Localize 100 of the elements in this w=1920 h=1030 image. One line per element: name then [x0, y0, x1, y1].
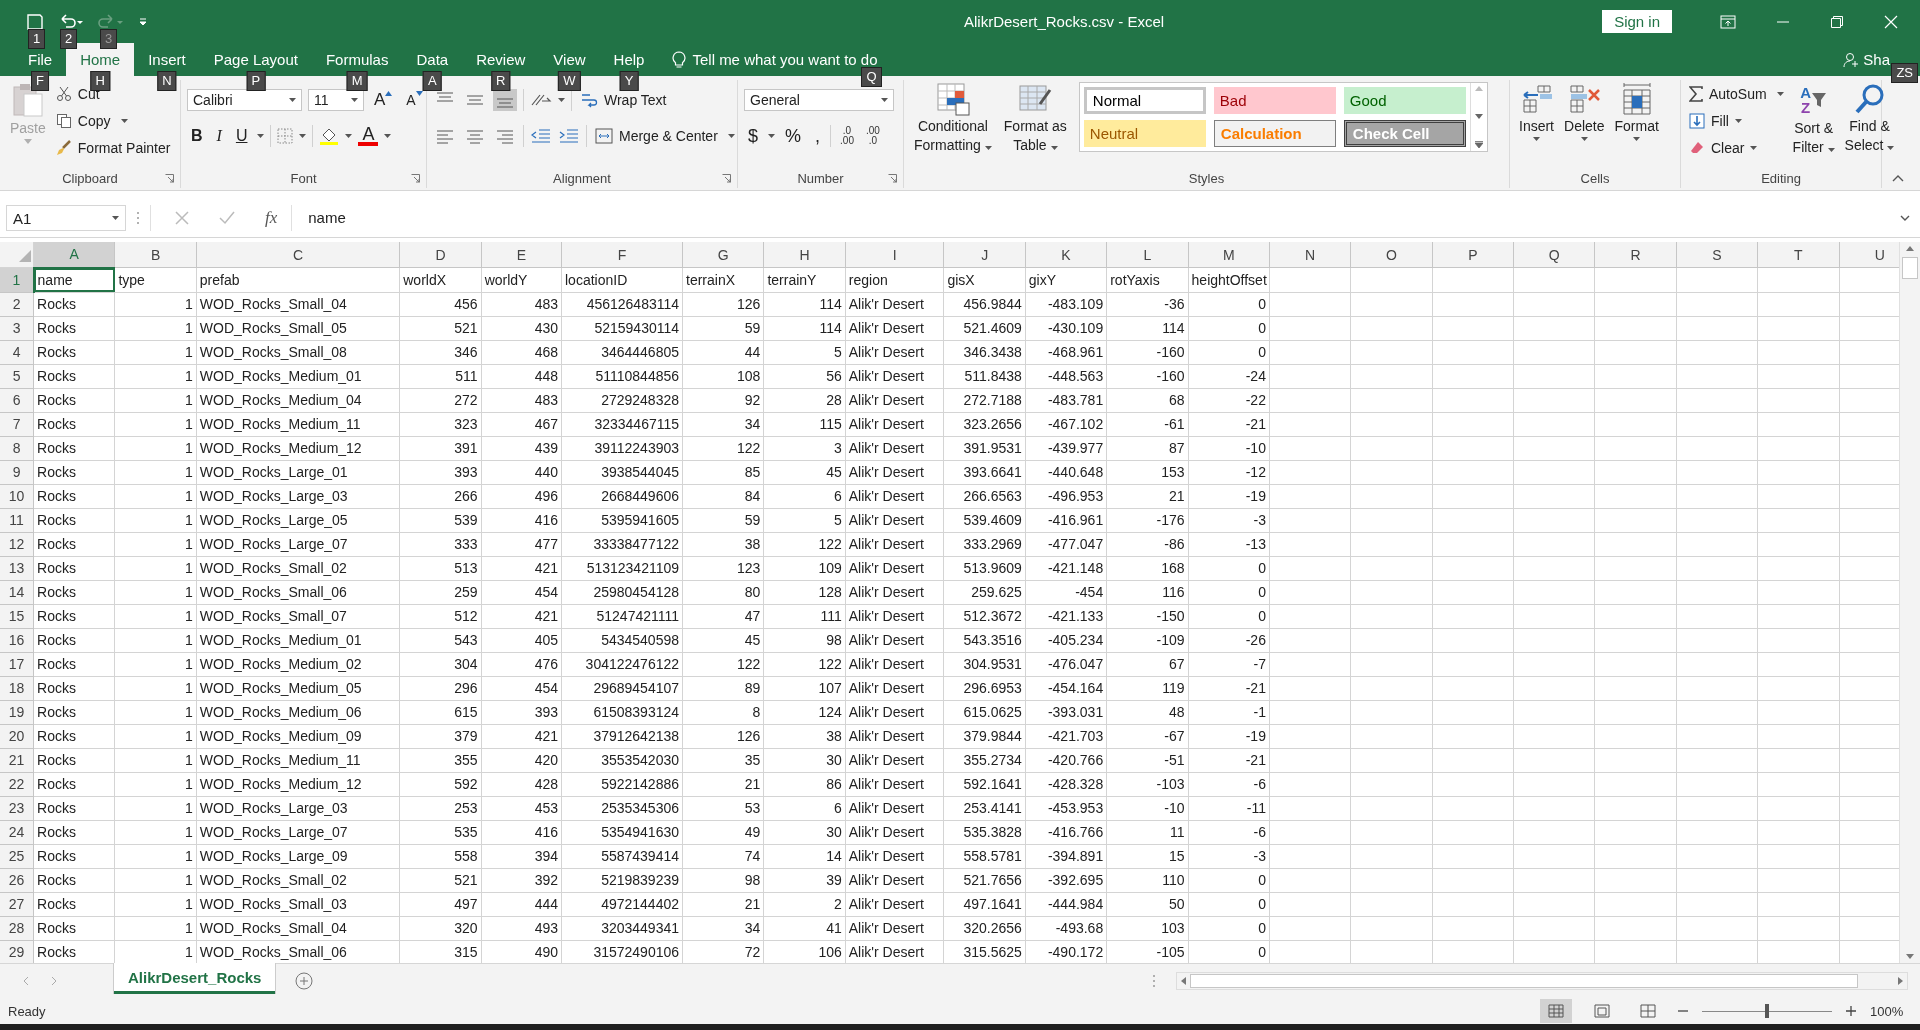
caret-icon[interactable] [299, 134, 307, 138]
row-header[interactable]: 23 [0, 796, 34, 820]
row-header[interactable]: 8 [0, 436, 34, 460]
decrease-indent-icon[interactable] [530, 127, 552, 145]
sort-filter-button[interactable]: A Z Sort & Filter [1789, 80, 1838, 158]
clear-button[interactable]: Clear [1687, 136, 1786, 160]
font-size-dropdown[interactable]: 11 [308, 89, 364, 111]
insert-function-button[interactable]: fx [265, 208, 278, 228]
row-header[interactable]: 10 [0, 484, 34, 508]
increase-indent-icon[interactable] [558, 127, 580, 145]
find-select-button[interactable]: Find & Select [1841, 80, 1898, 156]
merge-center-button[interactable]: Merge & Center [593, 124, 737, 148]
column-header[interactable]: D [399, 242, 482, 268]
column-header[interactable]: U [1839, 242, 1899, 268]
check-icon[interactable] [219, 211, 235, 225]
caret-icon[interactable] [768, 134, 775, 138]
currency-button[interactable]: $ [744, 124, 762, 148]
format-cells-button[interactable]: Format [1611, 80, 1662, 143]
column-header[interactable]: L [1106, 242, 1189, 268]
row-header[interactable]: 25 [0, 844, 34, 868]
zoom-slider-thumb[interactable] [1765, 1003, 1769, 1018]
caret-icon[interactable] [384, 134, 392, 138]
save-icon[interactable] [26, 12, 44, 31]
caret-icon[interactable] [558, 98, 565, 102]
next-sheet-icon[interactable] [50, 976, 58, 986]
formula-input-field[interactable]: name [302, 205, 1890, 231]
row-header[interactable]: 24 [0, 820, 34, 844]
comma-button[interactable]: , [811, 124, 825, 148]
column-header[interactable]: R [1594, 242, 1677, 268]
row-header[interactable]: 20 [0, 724, 34, 748]
column-header[interactable]: C [196, 242, 400, 268]
row-header[interactable]: 19 [0, 700, 34, 724]
row-header[interactable]: 11 [0, 508, 34, 532]
sign-in-button[interactable]: Sign in [1602, 10, 1672, 33]
conditional-formatting-button[interactable]: Conditional Formatting [910, 80, 996, 156]
shrink-font-button[interactable]: A [402, 88, 427, 112]
scroll-down-icon[interactable] [1474, 113, 1483, 119]
column-header[interactable]: O [1350, 242, 1433, 268]
autosum-button[interactable]: AutoSum [1687, 82, 1786, 106]
bold-button[interactable]: B [187, 124, 207, 148]
row-header[interactable]: 27 [0, 892, 34, 916]
column-header[interactable]: S [1676, 242, 1758, 268]
scroll-up-icon[interactable] [1906, 246, 1914, 251]
delete-cells-button[interactable]: Delete [1561, 80, 1608, 143]
row-header[interactable]: 28 [0, 916, 34, 940]
zoom-in-icon[interactable] [1846, 1006, 1856, 1016]
column-header[interactable]: B [114, 242, 197, 268]
dialog-launcher-icon[interactable] [165, 173, 174, 183]
row-header[interactable]: 12 [0, 532, 34, 556]
name-box[interactable]: A1 [6, 205, 126, 231]
redo-icon[interactable] [98, 12, 124, 31]
vertical-scrollbar[interactable] [1899, 242, 1920, 963]
font-color-button[interactable]: A [358, 126, 379, 146]
dialog-launcher-icon[interactable] [888, 173, 897, 183]
row-header[interactable]: 22 [0, 772, 34, 796]
row-header[interactable]: 4 [0, 340, 34, 364]
undo-icon[interactable] [58, 12, 84, 31]
ribbon-display-icon[interactable] [1720, 14, 1736, 29]
underline-button[interactable]: U [231, 124, 252, 148]
cell-style-option[interactable]: Good [1343, 87, 1466, 114]
column-header[interactable]: A [33, 242, 115, 268]
font-name-dropdown[interactable]: Calibri [187, 89, 302, 111]
row-header[interactable]: 7 [0, 412, 34, 436]
format-painter-button[interactable]: Format Painter [53, 136, 173, 160]
caret-icon[interactable] [257, 134, 265, 138]
row-header[interactable]: 26 [0, 868, 34, 892]
row-header[interactable]: 14 [0, 580, 34, 604]
row-header[interactable]: 13 [0, 556, 34, 580]
drag-handle-icon[interactable] [136, 211, 140, 225]
column-header[interactable]: Q [1513, 242, 1595, 268]
column-header[interactable]: M [1188, 242, 1270, 268]
scroll-down-icon[interactable] [1906, 954, 1914, 959]
dialog-launcher-icon[interactable] [722, 173, 731, 183]
number-format-dropdown[interactable]: General [744, 89, 894, 111]
row-header[interactable]: 2 [0, 292, 34, 316]
column-header[interactable]: G [682, 242, 764, 268]
customize-caret-icon[interactable] [138, 16, 148, 27]
row-header[interactable]: 6 [0, 388, 34, 412]
decrease-decimal-button[interactable]: .00 .0 [862, 126, 883, 146]
percent-button[interactable]: % [781, 124, 806, 148]
column-header[interactable]: H [763, 242, 846, 268]
sheet-tab[interactable]: AlikrDesert_Rocks [114, 962, 276, 994]
copy-button[interactable]: Copy [53, 109, 173, 133]
column-header[interactable]: F [561, 242, 683, 268]
row-header[interactable]: 18 [0, 676, 34, 700]
caret-icon[interactable] [345, 134, 353, 138]
column-header[interactable]: K [1025, 242, 1107, 268]
scrollbar-thumb[interactable] [1902, 257, 1918, 279]
close-icon[interactable] [1884, 14, 1898, 29]
row-header[interactable]: 1 [0, 267, 34, 292]
fill-button[interactable]: Fill [1687, 109, 1786, 133]
row-header[interactable]: 5 [0, 364, 34, 388]
more-styles-icon[interactable] [1474, 141, 1483, 148]
column-header[interactable]: I [845, 242, 944, 268]
cell-style-option[interactable]: Normal [1083, 87, 1206, 114]
normal-view-button[interactable] [1540, 999, 1572, 1023]
wrap-text-button[interactable]: Wrap Text [578, 88, 669, 112]
collapse-ribbon-icon[interactable] [1892, 174, 1904, 182]
row-header[interactable]: 3 [0, 316, 34, 340]
grow-font-button[interactable]: A [370, 88, 397, 112]
